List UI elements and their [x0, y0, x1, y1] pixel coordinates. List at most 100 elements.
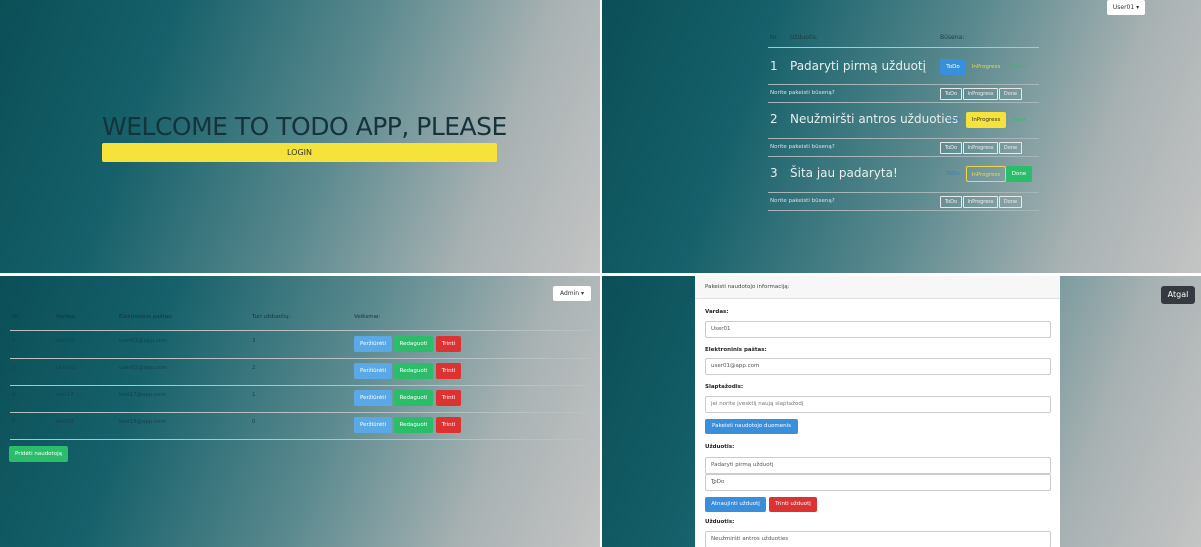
status-inprogress-active: InProgress — [966, 112, 1006, 128]
edit-user-screen: Atgal Pakeisti naudotojo informaciją: Va… — [602, 276, 1201, 547]
task-number: 1 — [770, 59, 778, 73]
user-tasks-screen: User01 ▾ Nr. Užduotis: Būsena: 1 Padaryt… — [602, 0, 1201, 273]
user-email: user02@app.com — [119, 365, 168, 371]
task2-label: Užduotis: — [705, 519, 735, 525]
user-name: User02 — [56, 365, 76, 371]
header-tasks: Turi užduočių: — [252, 314, 291, 320]
password-placeholder: jei norite įvesktiį naują slaptažodį — [711, 401, 804, 407]
delete-task-button[interactable]: Trinti užduotį — [769, 497, 817, 512]
caret-down-icon: ▾ — [1136, 4, 1140, 11]
view-button[interactable]: Peržiūrėti — [354, 390, 392, 406]
email-field[interactable]: user01@app.com — [705, 358, 1051, 375]
header-name: Vardas: — [56, 314, 77, 320]
status-inprogress: InProgress — [971, 64, 1001, 70]
task-field[interactable]: Padaryti pirmą užduotį — [705, 457, 1051, 474]
user-email: test17@app.com — [119, 392, 166, 398]
table-row: 3 User02 user02@app.com 2 Peržiūrėti Red… — [10, 358, 590, 386]
edit-button[interactable]: Redaguoti — [394, 336, 433, 352]
user-task-count: 0 — [252, 419, 256, 425]
set-done-button[interactable]: Done — [999, 196, 1022, 208]
chevron-down-icon: ⌄ — [711, 479, 717, 486]
user-nr: 4 — [12, 392, 16, 398]
user-menu-label: User01 — [1112, 4, 1135, 11]
set-done-button[interactable]: Done — [999, 88, 1022, 100]
change-status-prompt: Norite pakeisti būseną? — [770, 144, 835, 150]
task-text: Šita jau padaryta! — [790, 166, 898, 180]
welcome-screen: WELCOME TO TODO APP, PLEASE LOGIN — [0, 0, 600, 273]
email-value: user01@app.com — [711, 363, 760, 369]
delete-button[interactable]: Trinti — [436, 336, 461, 352]
task-number: 2 — [770, 112, 778, 126]
status-inprogress: InProgress — [966, 166, 1006, 182]
user-task-count: 1 — [252, 392, 256, 398]
user-task-count: 3 — [252, 338, 256, 344]
status-done: Done — [1011, 117, 1027, 123]
back-button[interactable]: Atgal — [1161, 286, 1195, 304]
table-row: 4 test17 test17@app.com 1 Peržiūrėti Red… — [10, 385, 590, 413]
admin-menu-dropdown[interactable]: Admin ▾ — [553, 286, 591, 301]
delete-button[interactable]: Trinti — [436, 390, 461, 406]
user-name: test19 — [56, 419, 74, 425]
name-value: User01 — [711, 326, 731, 332]
view-button[interactable]: Peržiūrėti — [354, 336, 392, 352]
view-button[interactable]: Peržiūrėti — [354, 363, 392, 379]
task-text: Neužmiršti antros užduoties — [790, 112, 959, 126]
view-button[interactable]: Peržiūrėti — [354, 417, 392, 433]
status-todo-active: ToDo — [940, 59, 966, 75]
task-number: 3 — [770, 166, 778, 180]
set-inprogress-button[interactable]: InProgress — [963, 88, 998, 100]
change-status-row: Norite pakeisti būseną? ToDo InProgress … — [768, 138, 1039, 157]
user-name: User01 — [56, 338, 76, 344]
user-menu-dropdown[interactable]: User01 ▾ — [1107, 0, 1145, 15]
task-value: Padaryti pirmą užduotį — [711, 462, 774, 468]
change-status-prompt: Norite pakeisti būseną? — [770, 198, 835, 204]
edit-button[interactable]: Redaguoti — [394, 390, 433, 406]
task2-value: Neužmiršti antros užduoties — [711, 536, 789, 542]
task-text: Padaryti pirmą užduotį — [790, 59, 926, 73]
status-todo: ToDo — [946, 171, 960, 177]
admin-menu-label: Admin — [559, 290, 580, 297]
change-status-prompt: Norite pakeisti būseną? — [770, 90, 835, 96]
table-row: 5 test19 test19@app.com 0 Peržiūrėti Red… — [10, 412, 590, 440]
email-label: Elektroninis paštas: — [705, 347, 767, 353]
user-task-count: 2 — [252, 365, 256, 371]
user-name: test17 — [56, 392, 74, 398]
table-row: 2 User01 user01@app.com 3 Peržiūrėti Red… — [10, 331, 590, 359]
status-done-active: Done — [1006, 166, 1032, 182]
set-inprogress-button[interactable]: InProgress — [963, 196, 998, 208]
name-label: Vardas: — [705, 309, 729, 315]
set-todo-button[interactable]: ToDo — [940, 88, 962, 100]
set-inprogress-button[interactable]: InProgress — [963, 142, 998, 154]
admin-users-screen: Admin ▾ Nr. Vardas: Elektroninis paštas:… — [0, 276, 600, 547]
status-todo: ToDo — [946, 117, 960, 123]
card-header-title: Pakeisti naudotojo informaciją: — [705, 284, 790, 290]
task-status-select[interactable]: ToDo ⌄ — [705, 474, 1051, 491]
set-todo-button[interactable]: ToDo — [940, 142, 962, 154]
edit-button[interactable]: Redaguoti — [394, 417, 433, 433]
header-status: Būsena: — [940, 34, 965, 41]
task-table-header: Nr. Užduotis: Būsena: — [768, 32, 1039, 48]
add-user-button[interactable]: Pridėti naudotoją — [9, 446, 68, 462]
user-email: test19@app.com — [119, 419, 166, 425]
name-field[interactable]: User01 — [705, 321, 1051, 338]
task2-field[interactable]: Neužmiršti antros užduoties — [705, 531, 1051, 547]
header-nr: Nr. — [770, 34, 779, 41]
header-email: Elektroninis paštas: — [119, 314, 173, 320]
login-button[interactable]: LOGIN — [102, 143, 497, 162]
update-task-button[interactable]: Atnaujinti užduotį — [705, 497, 766, 512]
user-nr: 2 — [12, 338, 16, 344]
card-header: Pakeisti naudotojo informaciją: — [695, 276, 1060, 299]
header-actions: Veiksmai: — [354, 314, 381, 320]
set-todo-button[interactable]: ToDo — [940, 196, 962, 208]
user-email: user01@app.com — [119, 338, 168, 344]
edit-button[interactable]: Redaguoti — [394, 363, 433, 379]
delete-button[interactable]: Trinti — [436, 417, 461, 433]
password-label: Slaptažodis: — [705, 384, 744, 390]
change-status-row: Norite pakeisti būseną? ToDo InProgress … — [768, 84, 1039, 103]
status-done: Done — [1011, 64, 1027, 70]
change-status-row: Norite pakeisti būseną? ToDo InProgress … — [768, 192, 1039, 211]
password-field[interactable]: jei norite įvesktiį naują slaptažodį — [705, 396, 1051, 413]
delete-button[interactable]: Trinti — [436, 363, 461, 379]
set-done-button[interactable]: Done — [999, 142, 1022, 154]
save-user-button[interactable]: Pakeisti naudotojo duomenis — [705, 419, 798, 434]
